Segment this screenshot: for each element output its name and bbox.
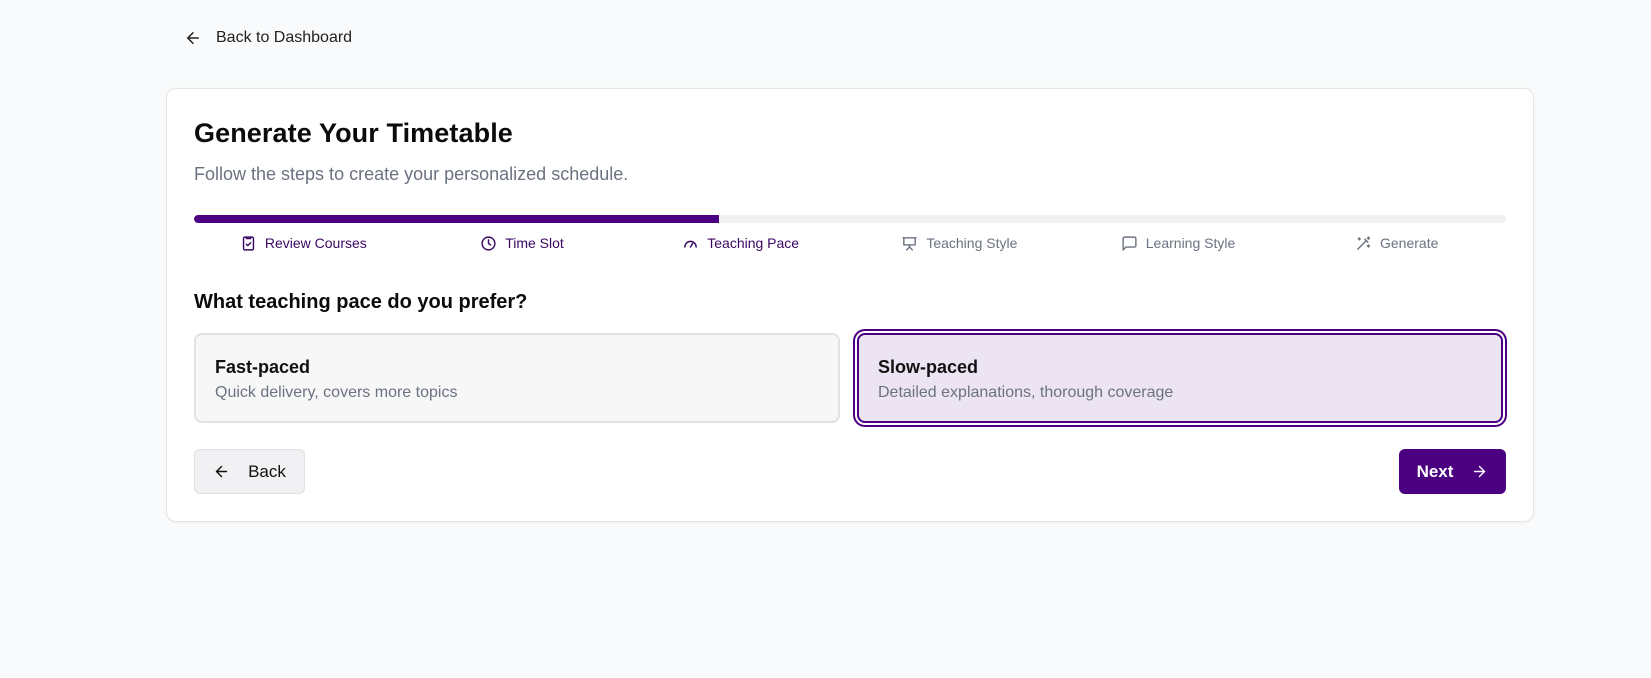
step-review-courses[interactable]: Review Courses xyxy=(194,231,413,255)
back-to-dashboard-label: Back to Dashboard xyxy=(216,29,353,46)
page-subtitle: Follow the steps to create your personal… xyxy=(194,164,629,184)
step-teaching-pace[interactable]: Teaching Pace xyxy=(631,231,850,255)
step-generate[interactable]: Generate xyxy=(1287,231,1506,255)
step-learning-style[interactable]: Learning Style xyxy=(1069,231,1288,255)
step-label: Teaching Style xyxy=(926,235,1018,251)
option-title: Slow-paced xyxy=(878,357,979,377)
option-description: Detailed explanations, thorough coverage xyxy=(878,384,1174,401)
step-label: Generate xyxy=(1380,235,1439,251)
step-teaching-style[interactable]: Teaching Style xyxy=(850,231,1069,255)
back-to-dashboard-link[interactable]: Back to Dashboard xyxy=(178,24,358,52)
page: Back to Dashboard Generate Your Timetabl… xyxy=(0,0,1651,678)
message-square-icon xyxy=(1122,235,1137,251)
step-label: Teaching Pace xyxy=(707,235,800,251)
next-button-label: Next xyxy=(1416,461,1454,481)
timetable-card: Generate Your Timetable Follow the steps… xyxy=(166,88,1534,522)
presentation-icon xyxy=(902,236,917,251)
step-label: Review Courses xyxy=(264,235,367,251)
option-description: Quick delivery, covers more topics xyxy=(215,384,458,401)
back-button-label: Back xyxy=(248,461,286,481)
step-time-slot[interactable]: Time Slot xyxy=(413,231,632,255)
progress-bar xyxy=(194,215,1506,223)
arrow-left-icon xyxy=(215,465,228,478)
clipboard-check-icon xyxy=(242,235,255,251)
next-button[interactable]: Next xyxy=(1399,449,1506,494)
step-label: Time Slot xyxy=(505,235,564,251)
option-slow-paced[interactable]: Slow-paced Detailed explanations, thorou… xyxy=(857,333,1503,423)
step-label: Learning Style xyxy=(1145,235,1236,251)
progress-bar-fill xyxy=(194,215,719,223)
arrow-left-icon xyxy=(187,32,199,44)
stepper: Review Courses Time Slot Teaching Pace T… xyxy=(194,231,1506,255)
back-button[interactable]: Back xyxy=(194,449,305,494)
page-title: Generate Your Timetable xyxy=(194,118,513,148)
clock-icon xyxy=(481,235,496,251)
gauge-icon xyxy=(684,240,698,248)
arrow-right-icon xyxy=(1474,465,1486,478)
magic-wand-icon xyxy=(1357,235,1371,250)
option-title: Fast-paced xyxy=(215,357,311,377)
question-heading: What teaching pace do you prefer? xyxy=(194,291,528,313)
option-fast-paced[interactable]: Fast-paced Quick delivery, covers more t… xyxy=(194,333,840,423)
